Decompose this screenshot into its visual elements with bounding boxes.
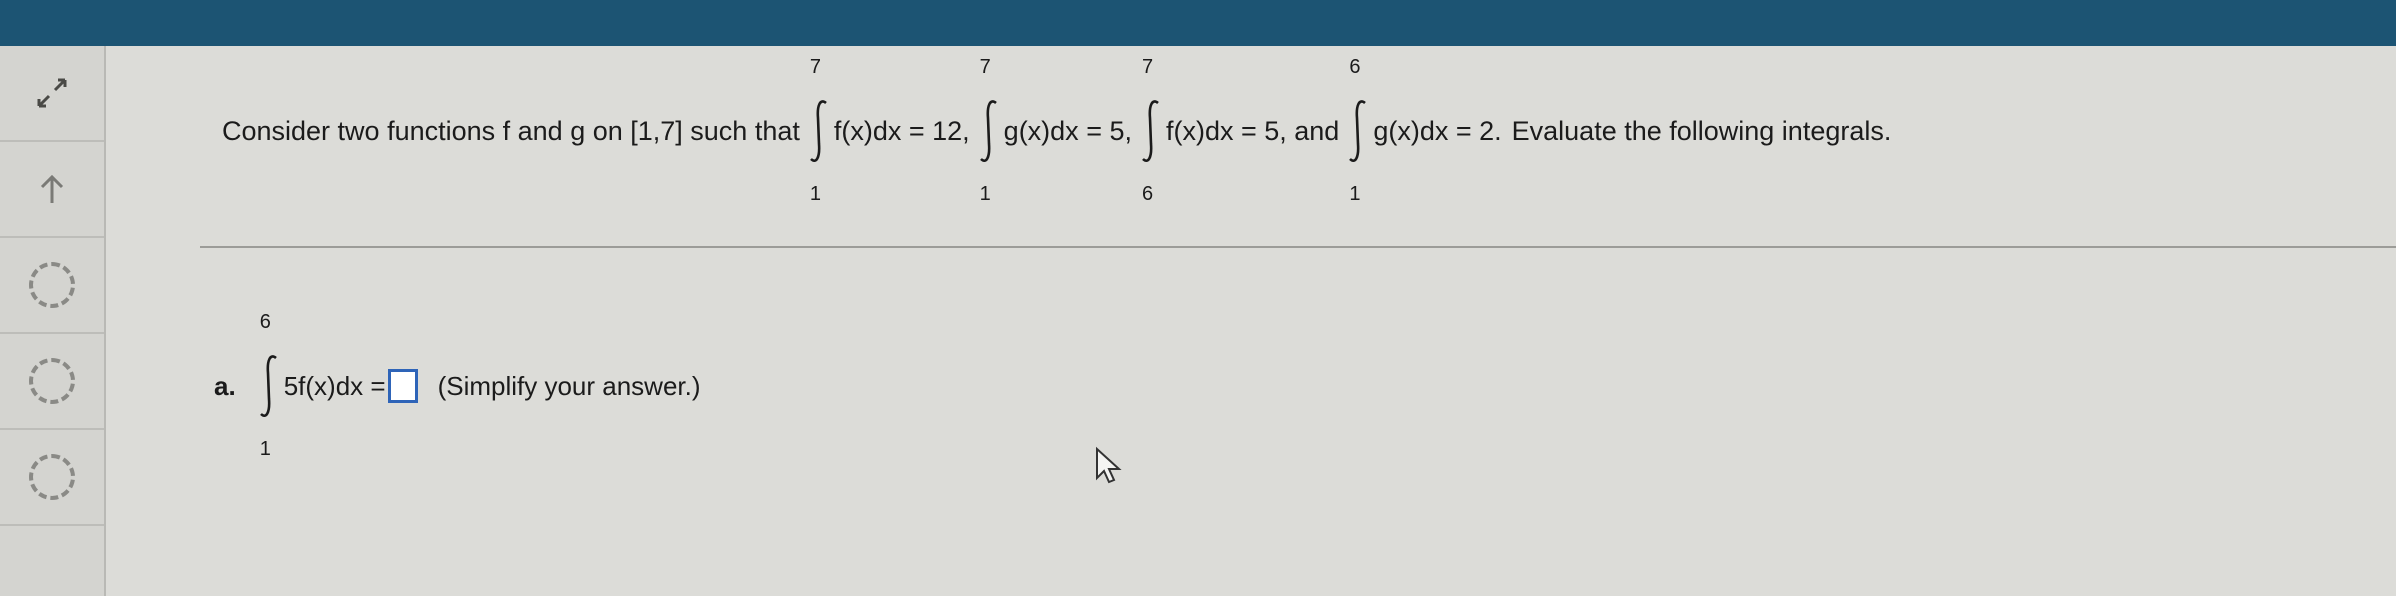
expand-button[interactable] bbox=[0, 46, 104, 142]
lower-limit: 6 bbox=[1141, 183, 1154, 205]
sidebar bbox=[0, 46, 106, 596]
question-prompt: Consider two functions f and g on [1,7] … bbox=[222, 46, 1891, 216]
scroll-up-button[interactable] bbox=[0, 142, 104, 238]
up-arrow-icon bbox=[40, 174, 64, 203]
upper-limit: 7 bbox=[979, 56, 991, 78]
integral-expression: f(x)dx = 12, bbox=[833, 115, 970, 146]
upper-limit: 6 bbox=[259, 311, 271, 333]
integral-sign: 7 6 bbox=[1140, 56, 1162, 205]
upper-limit: 7 bbox=[1141, 56, 1154, 78]
top-bar bbox=[0, 0, 2396, 46]
question-intro: Consider two functions f and g on [1,7] … bbox=[222, 115, 800, 146]
integral-sign: 6 1 bbox=[258, 311, 280, 460]
answer-input[interactable] bbox=[387, 369, 418, 403]
tool-button-1[interactable] bbox=[0, 238, 104, 334]
upper-limit: 6 bbox=[1349, 56, 1361, 78]
part-a: a. 6 1 5f(x)dx = (Simplify your answer.) bbox=[214, 311, 701, 460]
dashed-circle-icon bbox=[29, 454, 75, 500]
part-label: a. bbox=[214, 370, 236, 401]
integral-sign: 6 1 bbox=[1347, 56, 1369, 205]
divider bbox=[200, 246, 2396, 248]
expand-icon bbox=[37, 78, 67, 108]
integral-expression: g(x)dx = 5, bbox=[1003, 115, 1132, 146]
lower-limit: 1 bbox=[979, 183, 991, 205]
integral-expression: f(x)dx = 5, and bbox=[1165, 115, 1340, 146]
upper-limit: 7 bbox=[809, 56, 821, 78]
lower-limit: 1 bbox=[1349, 183, 1361, 205]
integral-expression: 5f(x)dx = bbox=[283, 370, 386, 401]
integral-expression: g(x)dx = 2. bbox=[1373, 115, 1502, 146]
integral-sign: 7 1 bbox=[808, 56, 830, 205]
question-content: Consider two functions f and g on [1,7] … bbox=[104, 46, 2396, 596]
mouse-pointer-icon bbox=[1096, 446, 1122, 484]
integral-sign: 7 1 bbox=[978, 56, 1000, 205]
lower-limit: 1 bbox=[259, 438, 271, 460]
dashed-circle-icon bbox=[29, 358, 75, 404]
tool-button-3[interactable] bbox=[0, 430, 104, 526]
tool-button-2[interactable] bbox=[0, 334, 104, 430]
question-outro: Evaluate the following integrals. bbox=[1511, 115, 1892, 146]
answer-hint: (Simplify your answer.) bbox=[437, 370, 701, 401]
dashed-circle-icon bbox=[29, 262, 75, 308]
lower-limit: 1 bbox=[809, 183, 821, 205]
